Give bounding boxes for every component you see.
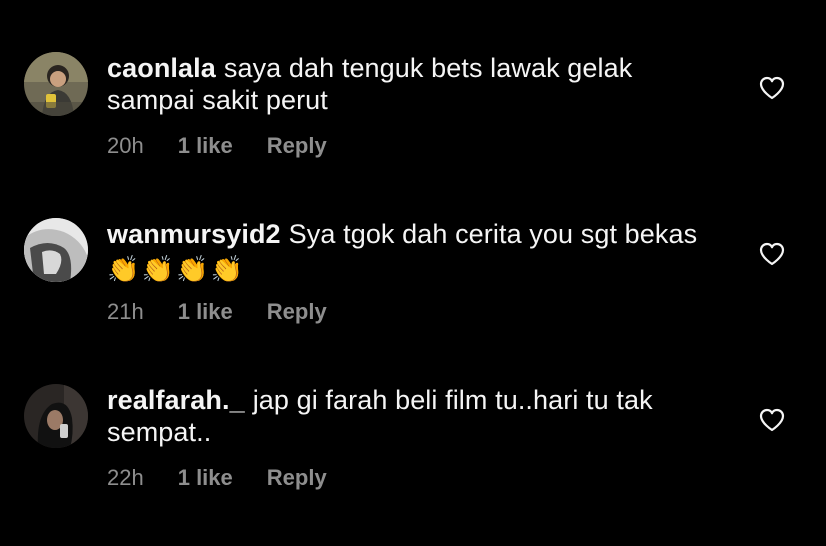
reply-button[interactable]: Reply xyxy=(267,465,327,491)
comment-body: Sya tgok dah cerita you sgt bekas xyxy=(288,219,698,249)
username[interactable]: realfarah._ xyxy=(107,385,245,415)
avatar[interactable] xyxy=(24,218,88,282)
username[interactable]: wanmursyid2 xyxy=(107,219,281,249)
comment-time: 21h xyxy=(107,299,144,324)
clapping-hands-emoji: 👏 xyxy=(107,254,140,284)
comment-time: 22h xyxy=(107,465,144,490)
comment-meta: 21h 1 like Reply xyxy=(107,299,327,325)
like-count[interactable]: 1 like xyxy=(178,299,233,325)
comment-meta: 22h 1 like Reply xyxy=(107,465,327,491)
clapping-hands-emoji: 👏 xyxy=(175,254,209,284)
comment-text: realfarah._ jap gi farah beli film tu..ha… xyxy=(107,384,717,448)
comment-text: wanmursyid2 Sya tgok dah cerita you sgt b… xyxy=(107,218,717,282)
avatar[interactable] xyxy=(24,384,88,448)
reply-button[interactable]: Reply xyxy=(267,299,327,325)
comment-item: realfarah._ jap gi farah beli film tu..ha… xyxy=(0,0,826,490)
clapping-hands-emoji: 👏 xyxy=(210,254,243,284)
like-count[interactable]: 1 like xyxy=(178,465,233,491)
heart-outline-icon[interactable] xyxy=(759,408,785,432)
clapping-hands-emoji: 👏 xyxy=(141,254,174,284)
heart-outline-icon[interactable] xyxy=(759,242,785,266)
